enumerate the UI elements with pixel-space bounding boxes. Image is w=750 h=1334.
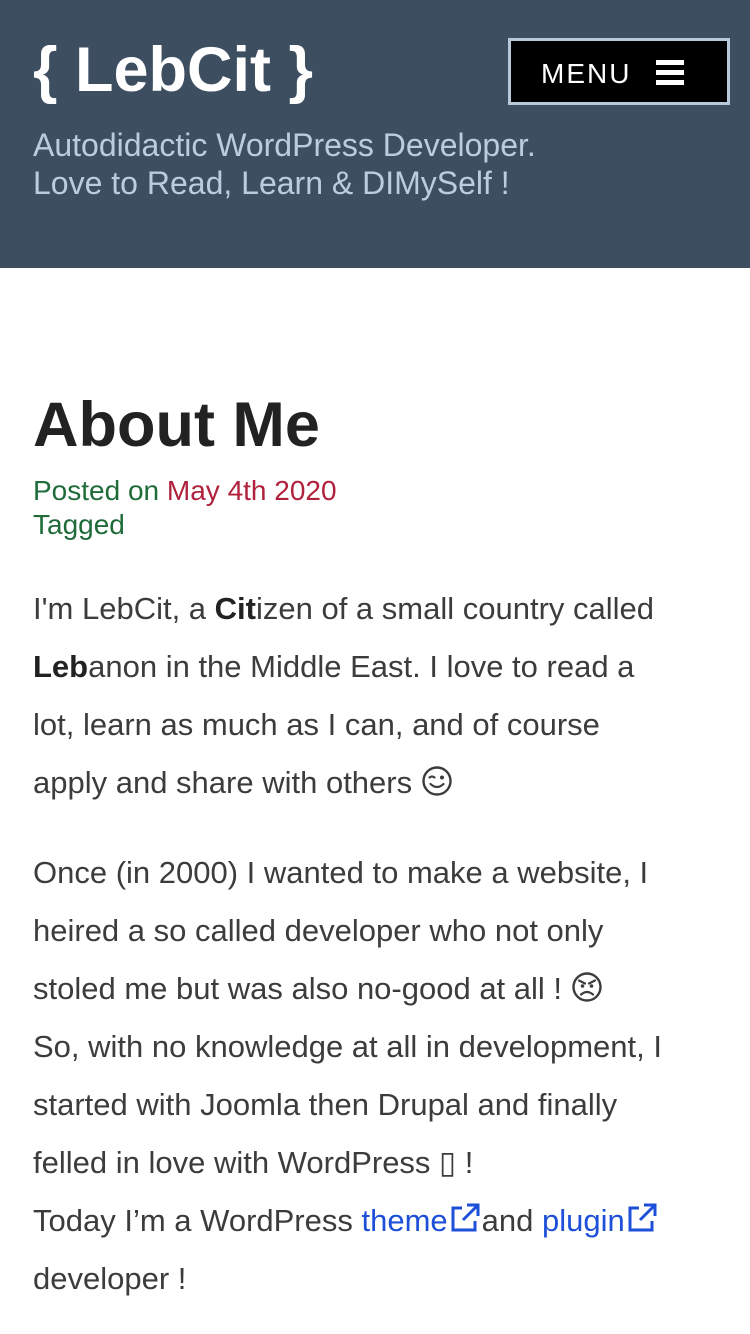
tagged-label: Tagged (33, 509, 125, 540)
text-line: lot, learn as much as I can, and of cour… (33, 707, 600, 742)
theme-link-label: theme (361, 1203, 448, 1238)
tagline-line: Love to Read, Learn & DIMySelf ! (33, 165, 510, 201)
missing-glyph: ▯ (439, 1145, 457, 1180)
text: ! (456, 1145, 474, 1180)
paragraph-intro: I'm LebCit, a Citizen of a small country… (33, 580, 723, 812)
bold-text: Leb (33, 649, 89, 684)
hamburger-icon (656, 59, 684, 87)
text: izen of a small country called (255, 591, 655, 626)
external-link-icon (628, 1203, 657, 1232)
posted-on-label: Posted on (33, 475, 160, 506)
text-line: heired a so called developer who not onl… (33, 913, 604, 948)
site-tagline: Autodidactic WordPress Developer. Love t… (33, 126, 723, 202)
post-date-link[interactable]: May 4th 2020 (167, 475, 337, 506)
site-title[interactable]: { LebCit } (33, 34, 313, 106)
plugin-link[interactable]: plugin (542, 1203, 659, 1238)
text: and (481, 1203, 542, 1238)
external-link-icon (451, 1203, 480, 1232)
wink-emoji-icon (422, 766, 452, 796)
menu-button[interactable]: MENU (508, 38, 730, 105)
menu-label: MENU (541, 58, 632, 89)
plugin-link-label: plugin (542, 1203, 625, 1238)
text-line: started with Joomla then Drupal and fina… (33, 1087, 618, 1122)
text: stoled me but was also no-good at all ! (33, 971, 571, 1006)
text: I'm LebCit, a (33, 591, 215, 626)
text: anon in the Middle East. I love to read … (88, 649, 635, 684)
post-meta: Posted on May 4th 2020 Tagged (33, 474, 337, 542)
post-content: I'm LebCit, a Citizen of a small country… (33, 580, 723, 1308)
text: apply and share with others (33, 765, 421, 800)
angry-emoji-icon (571, 972, 602, 1002)
theme-link[interactable]: theme (361, 1203, 481, 1238)
text: Today I’m a WordPress (33, 1203, 362, 1238)
text: felled in love with WordPress (33, 1145, 440, 1180)
page-title: About Me (33, 390, 320, 460)
site-header: { LebCit } MENU Autodidactic WordPress D… (0, 0, 750, 268)
text-line: developer ! (33, 1261, 187, 1296)
text-line: So, with no knowledge at all in developm… (33, 1029, 662, 1064)
tagline-line: Autodidactic WordPress Developer. (33, 127, 536, 163)
text-line: Once (in 2000) I wanted to make a websit… (33, 855, 649, 890)
paragraph-story: Once (in 2000) I wanted to make a websit… (33, 844, 723, 1308)
bold-text: Cit (214, 591, 256, 626)
